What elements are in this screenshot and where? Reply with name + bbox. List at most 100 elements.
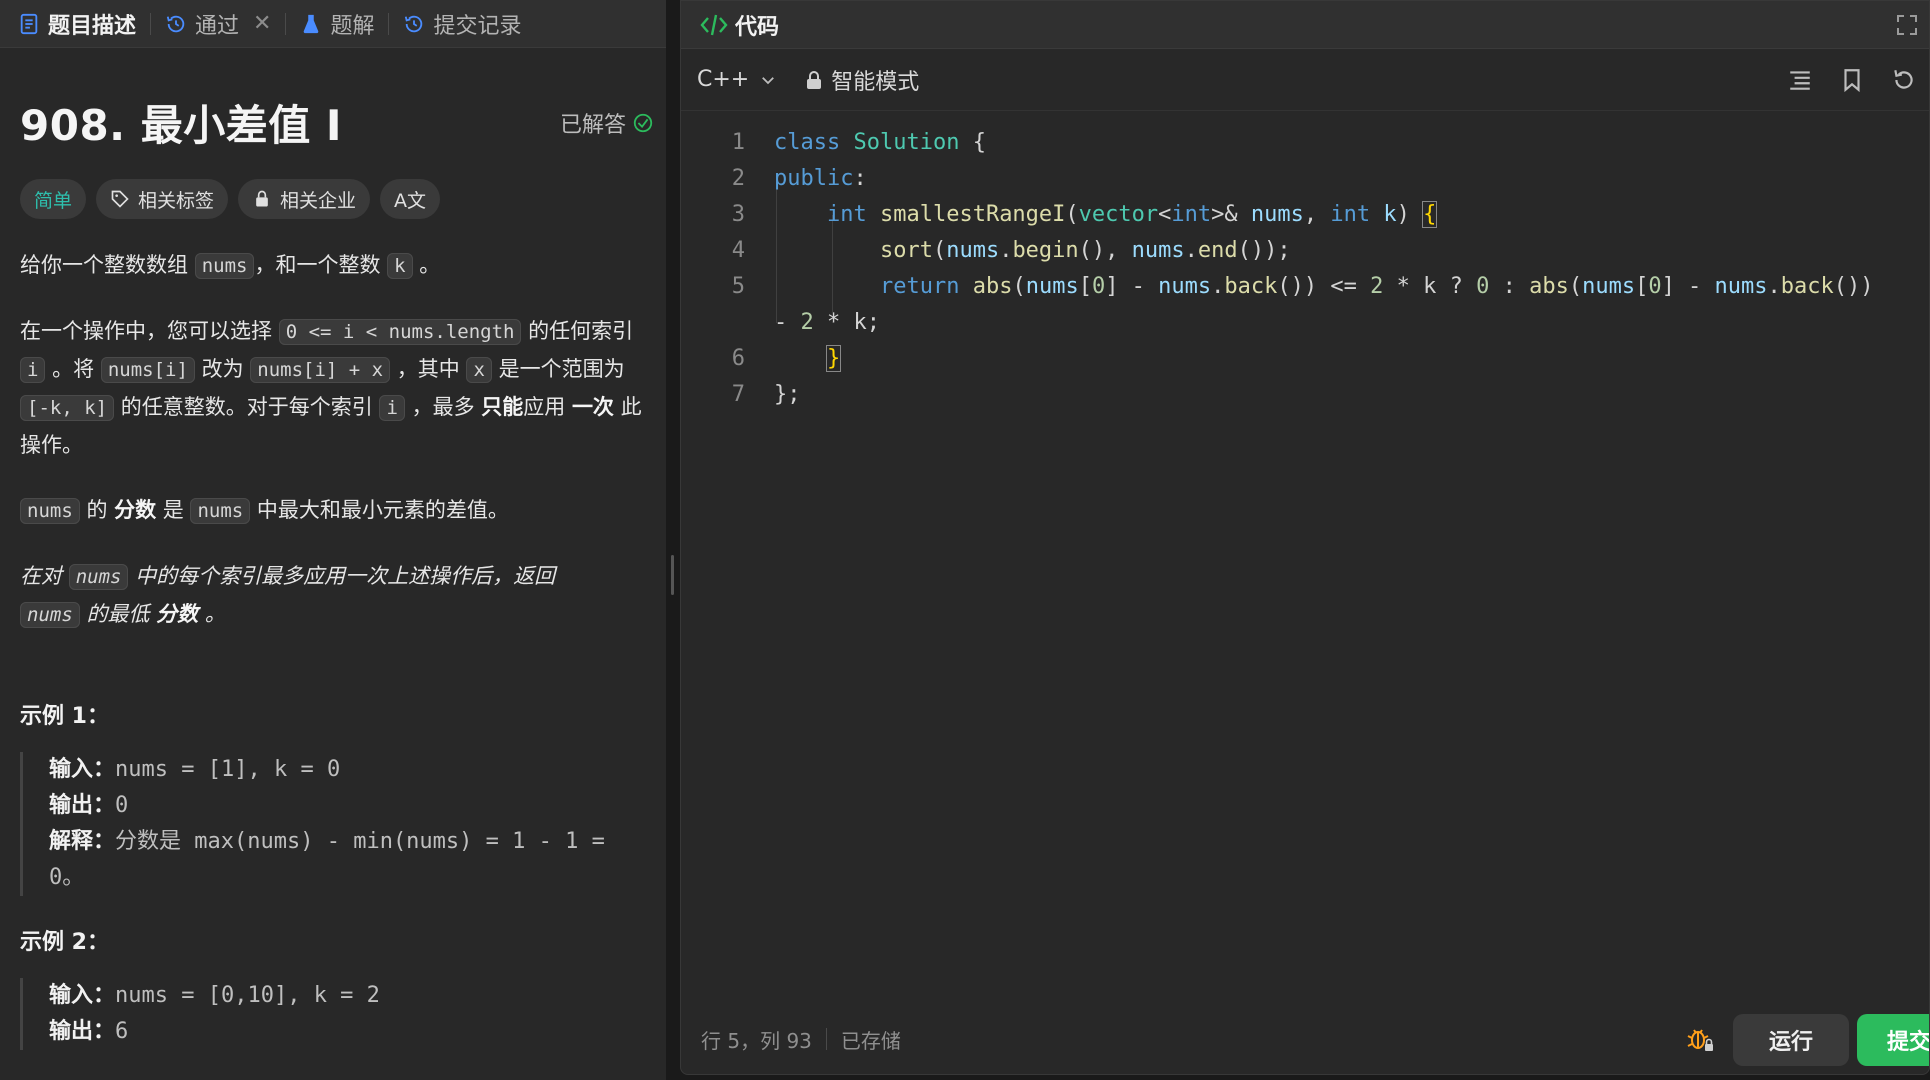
example-2: 输入：nums = [0,10], k = 2 输出：6 <box>20 978 646 1050</box>
tab-description[interactable]: 题目描述 <box>14 0 150 48</box>
tab-submissions-label: 提交记录 <box>433 13 522 39</box>
text: 应用 <box>523 395 572 419</box>
history-icon <box>405 15 423 32</box>
problem-title: 908. 最小差值 I <box>20 101 342 150</box>
submit-button[interactable]: 提交 <box>1857 1014 1929 1066</box>
line-number: 1 <box>731 130 745 155</box>
value: nums = [0,10], k = 2 <box>115 983 380 1008</box>
text: ，其中 <box>390 357 467 381</box>
solved-label: 已解答 <box>559 112 626 138</box>
text: 是一个范围为 <box>491 357 625 381</box>
code-panel: 代码 C++ 智能模式 1 class Solution { 2 public: <box>680 0 1930 1075</box>
inline-code: [-k, k] <box>20 395 115 421</box>
code-panel-header: 代码 <box>681 1 1929 49</box>
bookmark-icon[interactable] <box>1839 67 1865 93</box>
label: 输入： <box>49 983 116 1008</box>
debugger-icon[interactable] <box>1685 1024 1715 1054</box>
example-1-input: 输入：nums = [1], k = 0 <box>49 752 646 788</box>
companies-tag-button[interactable]: 相关企业 <box>238 179 371 219</box>
title-row: 908. 最小差值 I 已解答 <box>20 92 653 153</box>
smart-mode-label: 智能模式 <box>831 69 920 95</box>
inline-code: x <box>466 357 492 383</box>
text: ，和一个整数 <box>254 253 388 277</box>
code-line: 3 int smallestRangeI(vector<int>& nums, … <box>681 197 1929 233</box>
code-icon <box>700 14 728 35</box>
problem-tabs: 题目描述 通过 ✕ 题解 提交记录 <box>0 0 666 48</box>
tag-icon <box>111 190 129 208</box>
problem-description: 给你一个整数数组 nums ，和一个整数 k 。 在一个操作中，您可以选择 0 <… <box>20 247 646 634</box>
translate-icon: A文 <box>394 189 427 212</box>
topics-tag-label: 相关标签 <box>138 189 215 212</box>
tab-accepted[interactable]: 通过 ✕ <box>151 0 285 48</box>
inline-code: i <box>379 395 405 421</box>
inline-code: nums <box>194 253 255 279</box>
label: 输出： <box>49 1019 116 1044</box>
code-line-wrap: - 2 * k; <box>681 305 1929 341</box>
translate-button[interactable]: A文 <box>380 179 441 219</box>
code-line: 4 sort(nums.begin(), nums.end()); <box>681 233 1929 269</box>
fullscreen-icon[interactable] <box>1895 13 1919 37</box>
line-content: class Solution { <box>774 130 986 155</box>
example-1-explanation: 解释：分数是 max(nums) - min(nums) = 1 - 1 = 0… <box>49 824 646 896</box>
tab-solutions[interactable]: 题解 <box>286 0 388 48</box>
desc-paragraph-4: 在对 nums 中的每个索引最多应用一次上述操作后，返回 nums 的最低 分数… <box>20 558 620 634</box>
text: 。 <box>412 253 441 277</box>
text: 给你一个整数数组 <box>20 253 195 277</box>
inline-code: 0 <= i < nums.length <box>278 319 522 345</box>
close-icon[interactable]: ✕ <box>253 11 271 36</box>
companies-tag-label: 相关企业 <box>280 189 357 212</box>
smart-mode-toggle[interactable]: 智能模式 <box>805 64 919 96</box>
history-icon <box>166 15 185 32</box>
toolbar-actions <box>1787 67 1917 93</box>
example-2-title: 示例 2： <box>20 930 109 955</box>
inline-code: i <box>20 357 46 383</box>
line-content: - 2 * k; <box>774 310 880 335</box>
code-line: 2 public: <box>681 161 1929 197</box>
bold-text: 一次 <box>571 395 614 419</box>
text: 。将 <box>45 357 101 381</box>
text: 的任何索引 <box>521 319 634 343</box>
code-editor[interactable]: 1 class Solution { 2 public: 3 int smalles… <box>681 111 1929 413</box>
text: 的最低 <box>79 602 157 626</box>
label: 解释： <box>49 829 116 854</box>
inline-code: nums <box>190 498 251 524</box>
editor-statusbar: 行 5，列 93 已存储 运行 提交 <box>681 1004 1929 1074</box>
solved-status: 已解答 <box>560 107 654 139</box>
line-content: sort(nums.begin(), nums.end()); <box>879 238 1291 263</box>
example-2-input: 输入：nums = [0,10], k = 2 <box>49 978 646 1014</box>
text: 在一个操作中，您可以选择 <box>20 319 279 343</box>
inline-code: nums <box>20 602 80 628</box>
topics-tag-button[interactable]: 相关标签 <box>96 179 229 219</box>
run-button[interactable]: 运行 <box>1733 1014 1849 1066</box>
inline-code: k <box>387 253 413 279</box>
bold-text: 分数 <box>114 498 157 522</box>
lock-icon <box>256 190 268 207</box>
line-content: public: <box>774 166 867 191</box>
desc-paragraph-2: 在一个操作中，您可以选择 0 <= i < nums.length 的任何索引 … <box>20 313 646 464</box>
code-line: 5 return abs(nums[0] - nums.back()) <= 2… <box>681 269 1929 305</box>
tab-description-label: 题目描述 <box>48 13 137 39</box>
value: 分数是 max(nums) - min(nums) = 1 - 1 = 0。 <box>49 829 605 890</box>
text: 中的每个索引最多应用一次上述操作后，返回 <box>128 564 556 588</box>
value: 0 <box>115 793 129 818</box>
inline-code: nums[i] <box>100 357 195 383</box>
language-select[interactable]: C++ <box>697 67 777 92</box>
bold-text: 只能 <box>481 395 524 419</box>
text: 改为 <box>194 357 251 381</box>
tab-solutions-label: 题解 <box>330 13 375 39</box>
language-label: C++ <box>697 67 750 92</box>
panel-resize-handle[interactable] <box>666 0 680 1080</box>
resize-grip[interactable] <box>671 555 674 595</box>
difficulty-badge[interactable]: 简单 <box>20 179 87 219</box>
line-content: } <box>825 345 842 372</box>
reset-icon[interactable] <box>1891 67 1917 93</box>
line-content: int smallestRangeI(vector<int>& nums, in… <box>826 201 1438 228</box>
text: 是 <box>156 498 191 522</box>
tab-submissions[interactable]: 提交记录 <box>389 0 535 48</box>
text: 中最大和最小元素的差值。 <box>250 498 509 522</box>
format-icon[interactable] <box>1787 67 1813 93</box>
text: 的 <box>79 498 115 522</box>
example-1-output: 输出：0 <box>49 788 646 824</box>
problem-tags: 简单 相关标签 相关企业 A文 <box>20 179 646 219</box>
code-line: 6 } <box>681 341 1929 377</box>
